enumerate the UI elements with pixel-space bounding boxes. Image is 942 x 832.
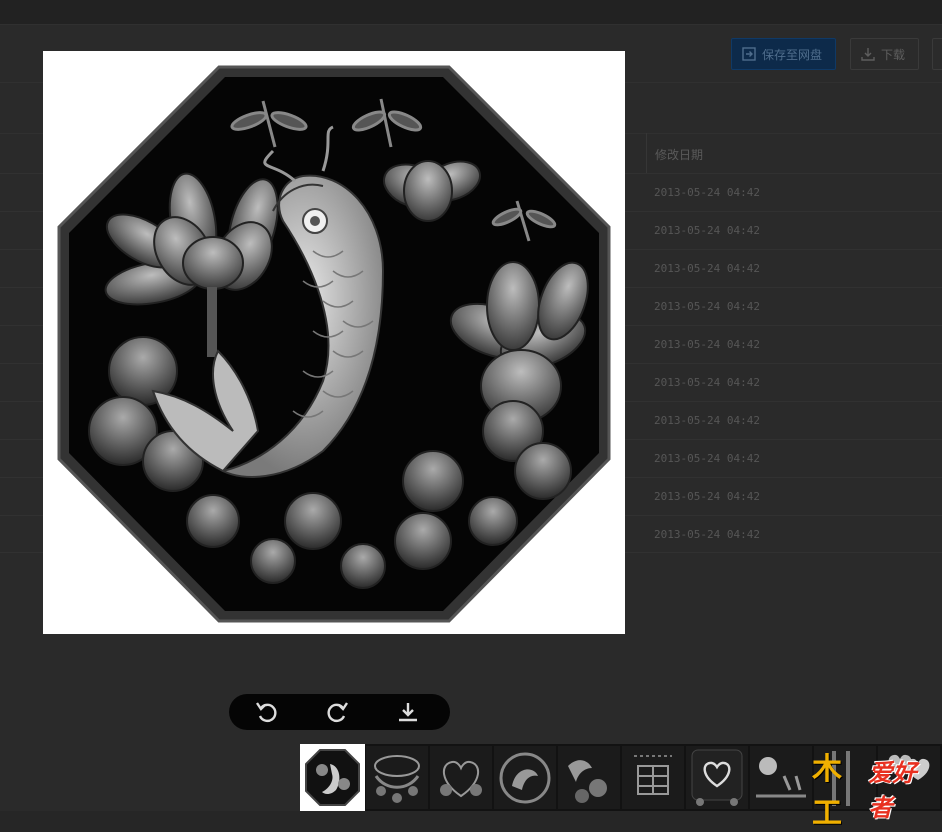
row-date: 2013-05-24 04:42 — [654, 338, 760, 351]
image-preview — [43, 51, 625, 634]
thumbnail-heart-floral[interactable] — [430, 746, 492, 809]
top-bar — [0, 0, 942, 25]
image-toolbar — [229, 694, 450, 730]
row-date: 2013-05-24 04:42 — [654, 262, 760, 275]
download-button[interactable] — [394, 698, 422, 726]
row-date: 2013-05-24 04:42 — [654, 376, 760, 389]
thumbnail-vase-floral[interactable] — [366, 746, 428, 809]
watermark-part2: 爱好者 — [868, 759, 917, 822]
row-date: 2013-05-24 04:42 — [654, 186, 760, 199]
row-date: 2013-05-24 04:42 — [654, 224, 760, 237]
save-icon — [742, 47, 756, 61]
watermark-part1: 木工 — [812, 752, 842, 831]
thumbnail-phoenix-circle[interactable] — [494, 746, 556, 809]
watermark-logo: 木工 爱好者 — [812, 752, 934, 831]
save-to-cloud-button[interactable]: 保存至网盘 — [731, 38, 836, 70]
save-to-cloud-label: 保存至网盘 — [762, 47, 823, 62]
more-button[interactable] — [932, 38, 942, 70]
row-date: 2013-05-24 04:42 — [654, 452, 760, 465]
column-header-modified-date[interactable]: 修改日期 — [655, 146, 703, 163]
rotate-right-icon — [327, 702, 348, 723]
download-page-button[interactable]: 下载 — [850, 38, 919, 70]
row-date: 2013-05-24 04:42 — [654, 528, 760, 541]
row-date: 2013-05-24 04:42 — [654, 414, 760, 427]
rotate-left-icon — [256, 702, 277, 723]
download-label: 下载 — [881, 47, 906, 62]
thumbnail-double-happiness[interactable] — [622, 746, 684, 809]
row-date: 2013-05-24 04:42 — [654, 490, 760, 503]
rotate-right-button[interactable] — [323, 698, 351, 726]
thumbnail-dragon-plaque[interactable] — [750, 746, 812, 809]
thumbnail-bird-flowers[interactable] — [558, 746, 620, 809]
column-divider — [646, 133, 647, 173]
download-icon — [399, 703, 417, 722]
rotate-left-button[interactable] — [253, 698, 281, 726]
download-icon — [861, 48, 875, 61]
row-date: 2013-05-24 04:42 — [654, 300, 760, 313]
thumbnail-octagon-carp-lotus[interactable] — [300, 744, 365, 811]
thumbnail-heart-frame[interactable] — [686, 746, 748, 809]
carp-lotus-relief-image — [57, 65, 611, 623]
